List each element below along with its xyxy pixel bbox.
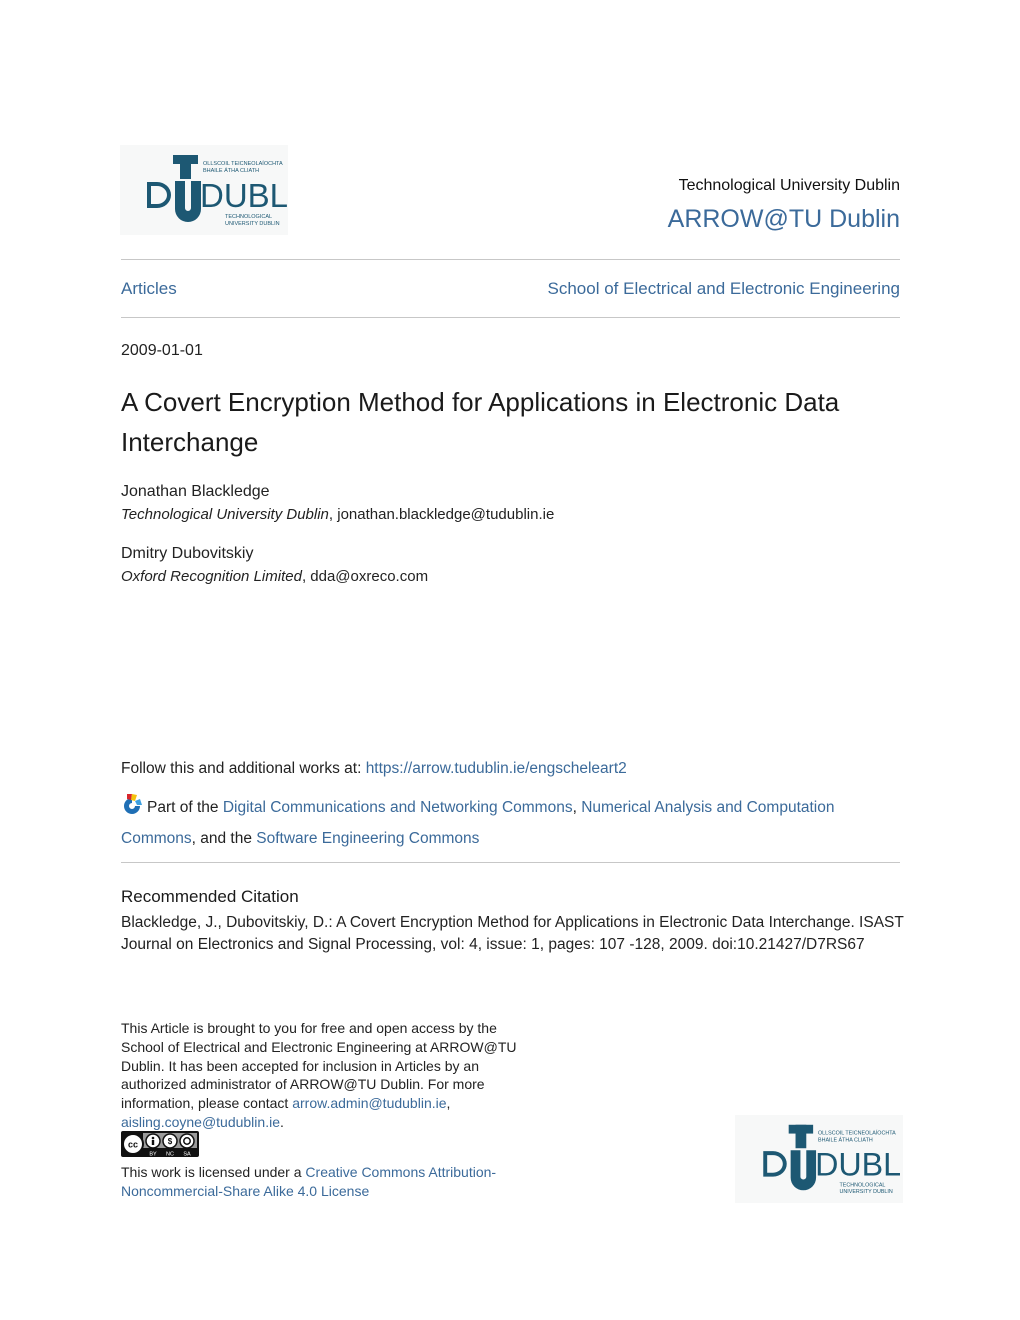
department-link[interactable]: School of Electrical and Electronic Engi… xyxy=(548,279,900,299)
svg-text:$: $ xyxy=(168,1137,173,1146)
logo-irish-line2: BHAILE ÁTHA CLIATH xyxy=(818,1136,873,1143)
publication-date: 2009-01-01 xyxy=(121,342,203,359)
cc-by-nc-sa-badge[interactable]: cc $ BY NC SA xyxy=(121,1131,199,1162)
logo-irish-line1: OLLSCOIL TEICNEOLAÍOCHTA xyxy=(818,1130,896,1137)
access-note-end: . xyxy=(279,1113,284,1130)
cc-icon: cc xyxy=(128,1140,138,1150)
email-sep: , xyxy=(446,1095,451,1112)
logo-english-line1: TECHNOLOGICAL xyxy=(840,1182,886,1188)
badge-label-nc: NC xyxy=(166,1152,174,1158)
collection-url-link[interactable]: https://arrow.tudublin.ie/engscheleart2 xyxy=(366,760,627,777)
author-email: jonathan.blackledge@tudublin.ie xyxy=(337,506,555,523)
logo-english-line1: TECHNOLOGICAL xyxy=(225,214,272,220)
contact-email-link[interactable]: arrow.admin@tudublin.ie xyxy=(292,1095,446,1111)
author-name: Dmitry Dubovitskiy xyxy=(121,545,254,562)
logo-english-line2: UNIVERSITY DUBLIN xyxy=(840,1189,893,1195)
citation-heading: Recommended Citation xyxy=(121,887,299,906)
contact-email-link[interactable]: aisling.coyne@tudublin.ie xyxy=(121,1114,280,1130)
tu-dublin-logo-top: DUBLIN OLLSCOIL TEICNEOLAÍOCHTA BHAILE Á… xyxy=(120,145,288,235)
divider-nav xyxy=(121,317,900,318)
affiliation-institution: Technological University Dublin xyxy=(121,506,329,523)
logo-english-line2: UNIVERSITY DUBLIN xyxy=(225,221,280,227)
author-affiliation: Technological University Dublin, jonatha… xyxy=(121,506,554,523)
logo-blin-text: DUBLIN xyxy=(815,1147,903,1183)
repository-link[interactable]: ARROW@TU Dublin xyxy=(668,205,900,234)
bepress-commons-icon xyxy=(121,793,143,825)
author-affiliation: Oxford Recognition Limited, dda@oxreco.c… xyxy=(121,568,428,585)
logo-irish-line2: BHAILE ÁTHA CLIATH xyxy=(203,167,259,174)
logo-blin-text: DUBLIN xyxy=(200,177,288,214)
sa-icon xyxy=(179,1133,195,1149)
follow-line: Follow this and additional works at: htt… xyxy=(121,760,627,778)
badge-label-by: BY xyxy=(149,1152,157,1158)
logo-irish-line1: OLLSCOIL TEICNEOLAÍOCHTA xyxy=(203,160,283,167)
author-name: Jonathan Blackledge xyxy=(121,483,270,500)
affiliation-sep: , xyxy=(328,506,338,523)
part-of-commons: Part of the Digital Communications and N… xyxy=(121,793,911,853)
tu-dublin-logo-graphic: DUBLIN OLLSCOIL TEICNEOLAÍOCHTA BHAILE Á… xyxy=(147,155,288,227)
commons-sep: , xyxy=(572,799,582,816)
commons-link[interactable]: Software Engineering Commons xyxy=(256,830,479,847)
tu-dublin-logo-bottom: DUBLIN OLLSCOIL TEICNEOLAÍOCHTA BHAILE Á… xyxy=(735,1115,903,1203)
citation-text: Blackledge, J., Dubovitskiy, D.: A Cover… xyxy=(121,914,904,953)
author-email: dda@oxreco.com xyxy=(310,568,429,585)
commons-link[interactable]: Digital Communications and Networking Co… xyxy=(223,799,573,816)
article-title: A Covert Encryption Method for Applicati… xyxy=(121,387,840,457)
affiliation-institution: Oxford Recognition Limited xyxy=(121,568,302,585)
divider-citation xyxy=(121,862,900,863)
tu-dublin-logo-graphic: DUBLIN OLLSCOIL TEICNEOLAÍOCHTA BHAILE Á… xyxy=(763,1124,903,1195)
badge-label-sa: SA xyxy=(183,1152,191,1158)
divider-top xyxy=(121,259,900,260)
license-prefix: This work is licensed under a xyxy=(121,1164,306,1180)
collection-link[interactable]: Articles xyxy=(121,279,177,299)
license-statement: This work is licensed under a Creative C… xyxy=(121,1163,521,1201)
part-of-prefix: Part of the xyxy=(147,799,223,816)
institution-name: Technological University Dublin xyxy=(678,177,900,194)
access-note: This Article is brought to you for free … xyxy=(121,1019,521,1132)
commons-sep: , and the xyxy=(191,830,257,847)
follow-label: Follow this and additional works at: xyxy=(121,760,366,777)
